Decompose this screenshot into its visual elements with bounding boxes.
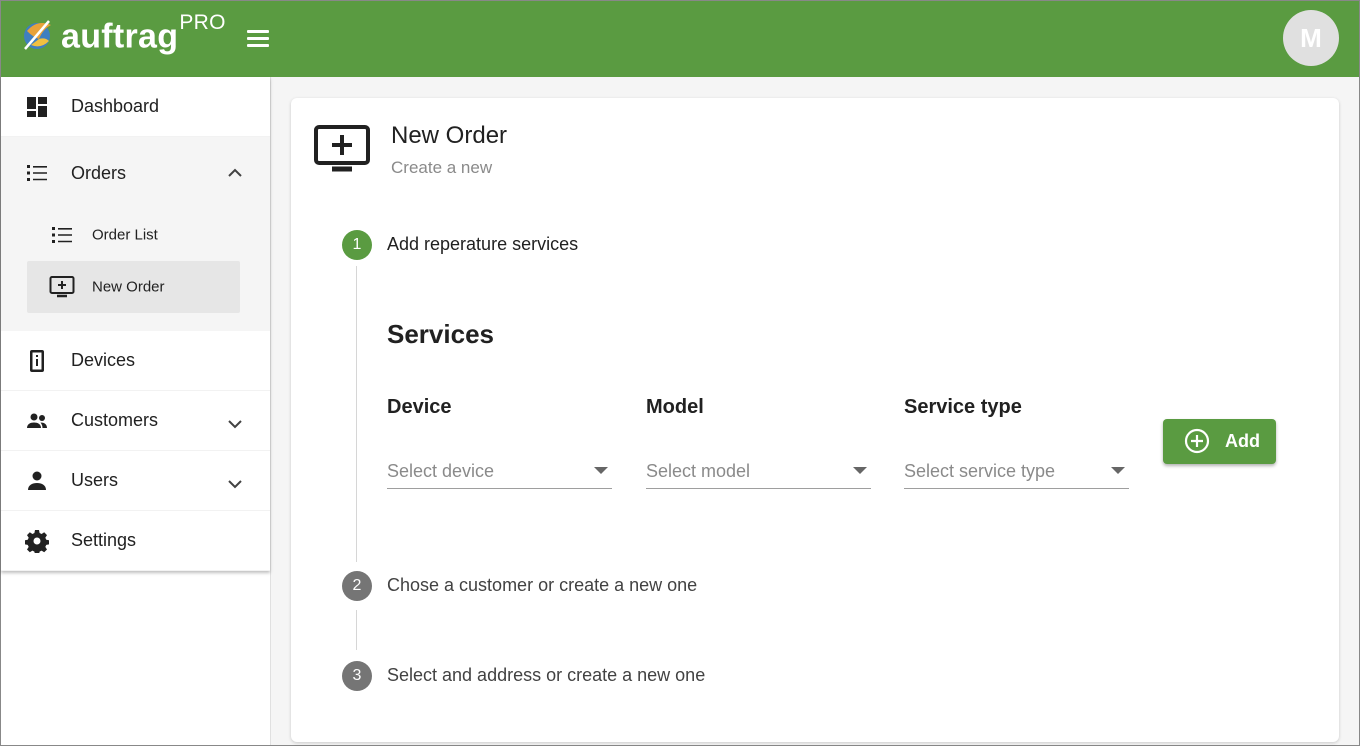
model-label: Model — [646, 396, 704, 418]
add-button-label: Add — [1225, 431, 1260, 451]
sidebar-item-dashboard[interactable]: Dashboard — [1, 77, 270, 137]
sidebar-item-label: Settings — [71, 530, 137, 550]
device-label: Device — [387, 396, 452, 418]
device-info-icon — [30, 349, 44, 372]
sidebar: Dashboard Orders Order List New Order De… — [1, 77, 271, 745]
sidebar-item-new-order[interactable]: New Order — [27, 261, 240, 313]
model-select-placeholder: Select model — [646, 461, 751, 481]
add-service-button[interactable]: Add — [1163, 419, 1276, 464]
brand-sup-text: PRO — [179, 11, 226, 34]
dropdown-caret-icon — [594, 467, 608, 474]
model-select[interactable]: Select model — [646, 453, 871, 489]
sidebar-item-label: Customers — [71, 410, 159, 430]
sidebar-item-label: Dashboard — [71, 96, 160, 116]
brand-main-text: auftrag — [61, 17, 179, 56]
dropdown-caret-icon — [853, 467, 867, 474]
dropdown-caret-icon — [1111, 467, 1125, 474]
chevron-down-icon[interactable] — [226, 415, 244, 433]
brand-name: auftragPRO — [61, 11, 226, 56]
people-icon — [27, 413, 47, 428]
hamburger-menu-icon[interactable] — [247, 27, 273, 49]
sidebar-item-order-list[interactable]: Order List — [27, 209, 240, 261]
sidebar-item-label: Orders — [71, 162, 127, 183]
step-2-label[interactable]: Chose a customer or create a new one — [387, 575, 697, 596]
sidebar-item-orders[interactable]: Orders — [1, 137, 270, 209]
step-2-indicator[interactable]: 2 — [342, 571, 372, 601]
service-type-select-placeholder: Select service type — [904, 461, 1056, 481]
list-icon — [27, 165, 47, 181]
sidebar-item-users[interactable]: Users — [1, 451, 270, 511]
step-connector — [356, 610, 357, 650]
sidebar-item-label: Order List — [92, 226, 158, 244]
add-to-queue-icon — [49, 276, 75, 298]
add-circle-icon — [1184, 428, 1210, 454]
sidebar-item-customers[interactable]: Customers — [1, 391, 270, 451]
dashboard-icon — [27, 96, 47, 117]
step-1-indicator[interactable]: 1 — [342, 230, 372, 260]
list-icon — [52, 227, 72, 243]
chevron-up-icon[interactable] — [226, 164, 244, 182]
new-order-card: New Order Create a new 1 Add reperature … — [291, 98, 1339, 742]
step-3-label[interactable]: Select and address or create a new one — [387, 665, 705, 686]
gear-icon — [25, 529, 49, 553]
sidebar-item-devices[interactable]: Devices — [1, 331, 270, 391]
logo-icon — [24, 20, 51, 50]
top-app-bar: auftragPRO M — [1, 1, 1359, 77]
sidebar-menu: Dashboard Orders Order List New Order De… — [1, 77, 270, 571]
sidebar-item-label: Devices — [71, 350, 136, 370]
service-type-select[interactable]: Select service type — [904, 453, 1129, 489]
chevron-down-icon[interactable] — [226, 475, 244, 493]
avatar[interactable]: M — [1283, 10, 1339, 66]
person-icon — [28, 471, 46, 490]
step-3-indicator[interactable]: 3 — [342, 661, 372, 691]
page-subtitle: Create a new — [391, 158, 493, 177]
device-select-placeholder: Select device — [387, 461, 495, 481]
orders-group: Orders Order List New Order — [1, 137, 270, 331]
step-connector — [356, 266, 357, 562]
sidebar-item-label: Users — [71, 470, 119, 490]
services-title: Services — [387, 319, 494, 349]
sidebar-item-label: New Order — [92, 278, 165, 296]
device-select[interactable]: Select device — [387, 453, 612, 489]
add-to-queue-icon — [314, 125, 370, 172]
sidebar-item-settings[interactable]: Settings — [1, 511, 270, 571]
step-1-label[interactable]: Add reperature services — [387, 234, 578, 255]
page-title: New Order — [391, 122, 508, 149]
service-type-label: Service type — [904, 396, 1022, 418]
